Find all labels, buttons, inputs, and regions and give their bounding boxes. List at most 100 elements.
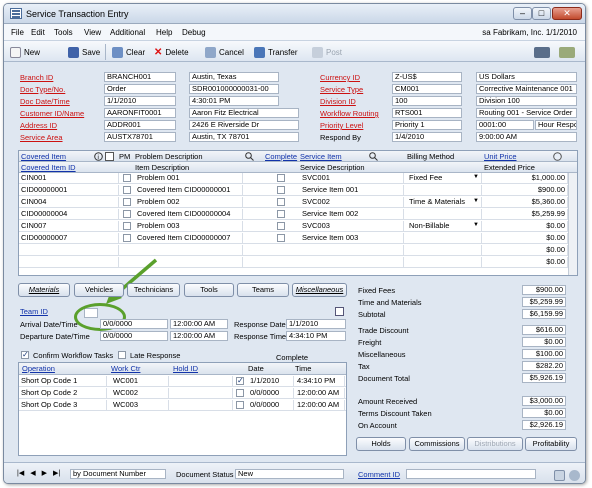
grid-cell[interactable]: Fixed Fee <box>407 173 482 184</box>
grid-cell[interactable]: $5,360.00 <box>484 197 568 208</box>
grid-cell[interactable]: SVC003 <box>300 221 404 232</box>
header-right-value[interactable]: 100 <box>392 96 462 106</box>
confirm-workflow-checkbox[interactable] <box>21 350 29 359</box>
item-complete-checkbox[interactable] <box>277 210 285 218</box>
grid-cell[interactable]: $0.00 <box>484 245 568 256</box>
grid-cell[interactable]: Problem 002 <box>135 197 243 208</box>
tab-vehicles[interactable]: Vehicles <box>74 283 124 297</box>
grid-cell[interactable]: $900.00 <box>484 185 568 196</box>
header-left-label[interactable]: Customer ID/Name <box>20 109 84 118</box>
grid-cell[interactable]: Problem 003 <box>135 221 243 232</box>
table-row[interactable]: Short Op Code 2 WC002 0/0/0000 12:00:00 AM <box>19 388 346 399</box>
header-left-label[interactable]: Doc Type/No. <box>20 85 65 94</box>
item-checkbox[interactable] <box>123 234 131 242</box>
header-left-value[interactable]: AUSTX78701 <box>104 132 176 142</box>
grid-cell[interactable]: CID00000004 <box>19 209 119 220</box>
work-ctr-cell[interactable]: WC001 <box>111 376 169 387</box>
header-right-label[interactable]: Division ID <box>320 97 356 106</box>
grid-cell[interactable] <box>300 257 404 268</box>
time-field[interactable]: 12:00:00 AM <box>170 331 228 341</box>
header-right-value[interactable]: 1/4/2010 <box>392 132 462 142</box>
date-cell[interactable]: 0/0/0000 <box>248 388 294 399</box>
menu-debug[interactable]: Debug <box>182 28 206 37</box>
grid-cell[interactable]: Time & Materials <box>407 197 482 208</box>
header-right-value[interactable]: RTS001 <box>392 108 462 118</box>
distributions-button[interactable]: Distributions <box>467 437 523 451</box>
menu-file[interactable]: File <box>11 28 24 37</box>
transfer-button[interactable]: Transfer <box>254 45 298 59</box>
covered-item-id-header[interactable]: Covered Item ID <box>21 163 76 172</box>
header-right-label[interactable]: Workflow Routing <box>320 109 379 118</box>
sort-dropdown[interactable]: by Document Number <box>70 469 166 479</box>
first-record-icon[interactable]: |◀ <box>17 469 24 477</box>
menu-tools[interactable]: Tools <box>54 28 73 37</box>
grid-cell[interactable]: $0.00 <box>484 257 568 268</box>
time-cell[interactable]: 4:34:10 PM <box>295 376 345 387</box>
item-complete-checkbox[interactable] <box>277 186 285 194</box>
previous-record-icon[interactable]: ◀ <box>30 469 35 477</box>
header-right-value[interactable]: Priority 1 <box>392 120 462 130</box>
profitability-button[interactable]: Profitability <box>525 437 577 451</box>
header-right-value[interactable]: CM001 <box>392 84 462 94</box>
next-record-icon[interactable]: ▶ <box>42 469 47 477</box>
table-row[interactable]: CIN001 Problem 001 SVC001 Fixed Fee $1,000.0… <box>19 173 568 184</box>
grid-cell[interactable]: Covered Item CID00000001 <box>135 185 243 196</box>
operation-cell[interactable]: Short Op Code 2 <box>19 388 107 399</box>
table-row[interactable]: Short Op Code 1 WC001 1/1/20104:34:10 PM <box>19 376 346 387</box>
operation-cell[interactable]: Short Op Code 1 <box>19 376 107 387</box>
header-right-label[interactable]: Currency ID <box>320 73 360 82</box>
header-left-value[interactable]: Order <box>104 84 176 94</box>
header-left-value[interactable]: ADDR001 <box>104 120 176 130</box>
response-field[interactable]: 1/1/2010 <box>286 319 346 329</box>
complete-checkbox[interactable] <box>277 174 285 182</box>
time-cell[interactable]: 12:00:00 AM <box>295 400 345 411</box>
grid-cell[interactable] <box>407 257 482 268</box>
team-id-label[interactable]: Team ID <box>20 307 48 316</box>
table-row[interactable]: CID00000001 Covered Item CID00000001 Servi… <box>19 185 568 196</box>
table-row[interactable]: $0.00 <box>19 245 568 256</box>
grid-cell[interactable]: Covered Item CID00000004 <box>135 209 243 220</box>
late-response-checkbox[interactable] <box>118 351 126 359</box>
grid-cell[interactable] <box>19 245 119 256</box>
options-button[interactable] <box>559 45 575 59</box>
print-button[interactable] <box>534 45 550 59</box>
note-icon[interactable] <box>554 470 565 481</box>
grid-scrollbar[interactable] <box>568 173 577 275</box>
complete-header[interactable]: Complete <box>265 152 297 161</box>
document-status-dropdown[interactable]: New <box>235 469 344 479</box>
table-row[interactable]: CIN007 Problem 003 SVC003 Non-Billable $0.00… <box>19 221 568 232</box>
pm-checkbox[interactable] <box>123 198 131 206</box>
work-ctr-cell[interactable]: WC002 <box>111 388 169 399</box>
work-ctr-header[interactable]: Work Ctr <box>111 364 140 373</box>
grid-cell[interactable]: $0.00 <box>484 233 568 244</box>
date-cell[interactable]: 1/1/2010 <box>248 376 294 387</box>
new-button[interactable]: New <box>10 45 40 59</box>
header-left-label[interactable]: Address ID <box>20 121 57 130</box>
billing-dropdown-icon[interactable]: ▼ <box>473 174 479 180</box>
cancel-button[interactable]: Cancel <box>205 45 244 59</box>
hold-id-header[interactable]: Hold ID <box>173 364 198 373</box>
header-right-value[interactable]: Z-US$ <box>392 72 462 82</box>
grid-cell[interactable] <box>407 185 482 196</box>
grid-cell[interactable] <box>300 245 404 256</box>
header-left-value[interactable]: AARONFIT0001 <box>104 108 176 118</box>
tab-miscellaneous[interactable]: Miscellaneous <box>292 283 347 297</box>
tab-tools[interactable]: Tools <box>184 283 234 297</box>
grid-cell[interactable] <box>135 245 243 256</box>
grid-cell[interactable] <box>407 209 482 220</box>
close-button[interactable]: ✕ <box>552 7 582 20</box>
grid-cell[interactable]: SVC002 <box>300 197 404 208</box>
grid-cell[interactable]: $1,000.00 <box>484 173 568 184</box>
total-value[interactable]: $282.20 <box>522 361 566 371</box>
grid-cell[interactable]: Covered Item CID00000007 <box>135 233 243 244</box>
clear-button[interactable]: Clear <box>112 45 145 59</box>
minimize-button[interactable]: – <box>513 7 532 20</box>
comment-id-field[interactable] <box>406 469 536 479</box>
pm-checkbox[interactable] <box>123 174 131 182</box>
hold-id-cell[interactable] <box>173 388 233 399</box>
billing-dropdown-icon[interactable]: ▼ <box>473 222 479 228</box>
menu-view[interactable]: View <box>84 28 101 37</box>
pm-checkbox[interactable] <box>123 222 131 230</box>
menu-help[interactable]: Help <box>156 28 172 37</box>
total-value[interactable]: $0.00 <box>522 337 566 347</box>
